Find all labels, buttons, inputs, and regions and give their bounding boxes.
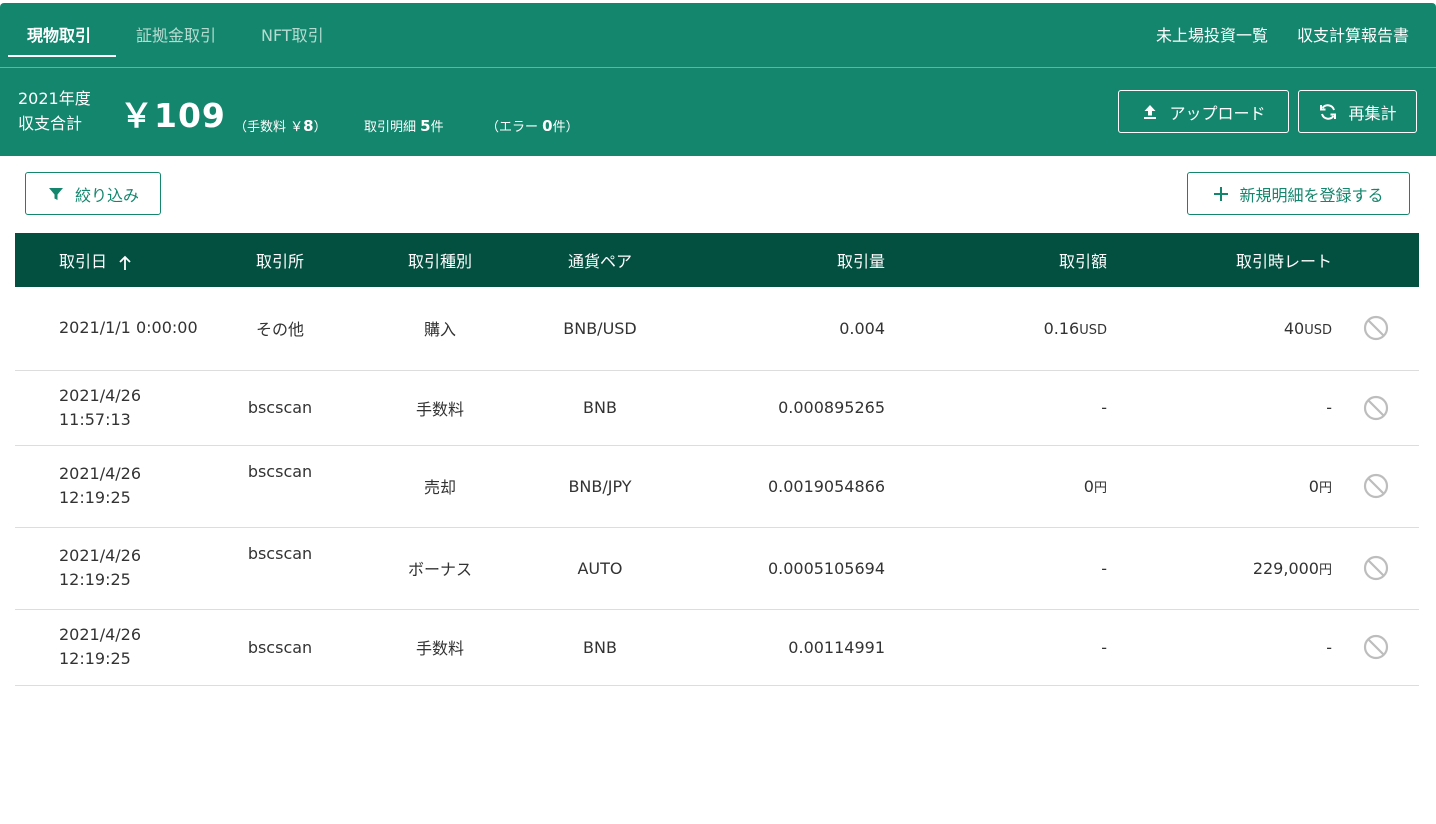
cell-amount: -	[885, 527, 1107, 610]
cell-type: 手数料	[355, 609, 525, 686]
cell-type: 手数料	[355, 370, 525, 446]
cell-action	[1332, 527, 1419, 610]
add-transaction-button[interactable]: 新規明細を登録する	[1187, 172, 1410, 215]
cell-date: 2021/4/26 12:19:25	[15, 609, 205, 686]
cell-rate: -	[1107, 609, 1332, 686]
active-tab-indicator	[8, 55, 116, 57]
cell-amount: 0円	[885, 445, 1107, 528]
table-header-row: 取引日 取引所 取引種別 通貨ペア 取引量 取引額 取引時レート	[15, 233, 1419, 287]
recalculate-label: 再集計	[1348, 103, 1397, 123]
col-date-header[interactable]: 取引日	[15, 233, 205, 287]
disable-icon[interactable]	[1363, 634, 1389, 660]
summary-year-block: 2021年度 収支合計	[18, 86, 91, 136]
disable-icon[interactable]	[1363, 555, 1389, 581]
cell-action	[1332, 287, 1419, 371]
error-count-summary: （エラー 0件）	[486, 117, 579, 135]
disable-icon[interactable]	[1363, 315, 1389, 341]
table-row[interactable]: 2021/4/26 12:19:25 bscscan 手数料 BNB 0.0011…	[15, 609, 1419, 686]
upload-button[interactable]: アップロード	[1118, 90, 1289, 133]
total-amount: ￥109	[120, 96, 226, 135]
col-exchange-header: 取引所	[255, 252, 304, 271]
cell-rate: 0円	[1107, 445, 1332, 528]
cell-quantity: 0.00114991	[675, 609, 885, 686]
cell-exchange: bscscan	[205, 527, 355, 610]
cell-pair: AUTO	[525, 527, 675, 610]
cell-pair: BNB/JPY	[525, 445, 675, 528]
filter-button[interactable]: 絞り込み	[25, 172, 161, 215]
cell-quantity: 0.0005105694	[675, 527, 885, 610]
top-nav-bar: 現物取引 証拠金取引 NFT取引 未上場投資一覧 収支計算報告書	[0, 3, 1436, 67]
cell-exchange: bscscan	[205, 370, 355, 446]
unlisted-investments-link[interactable]: 未上場投資一覧	[1156, 22, 1268, 46]
income-report-link[interactable]: 収支計算報告書	[1297, 22, 1409, 46]
table-row[interactable]: 2021/4/26 11:57:13 bscscan 手数料 BNB 0.0008…	[15, 370, 1419, 446]
cell-action	[1332, 370, 1419, 446]
cell-quantity: 0.0019054866	[675, 445, 885, 528]
col-amount-header: 取引額	[1058, 252, 1107, 271]
cell-exchange: bscscan	[205, 609, 355, 686]
details-count-summary: 取引明細 5件	[364, 117, 444, 135]
col-quantity-header: 取引量	[836, 252, 885, 271]
filter-label: 絞り込み	[74, 185, 139, 205]
add-transaction-label: 新規明細を登録する	[1239, 185, 1384, 205]
cell-action	[1332, 609, 1419, 686]
cell-date: 2021/4/26 12:19:25	[15, 527, 205, 610]
disable-icon[interactable]	[1363, 395, 1389, 421]
col-rate-header: 取引時レート	[1235, 252, 1332, 271]
table-row[interactable]: 2021/1/1 0:00:00 その他 購入 BNB/USD 0.004 0.…	[15, 287, 1419, 371]
cell-pair: BNB/USD	[525, 287, 675, 371]
cell-quantity: 0.004	[675, 287, 885, 371]
col-pair-header: 通貨ペア	[567, 252, 632, 271]
cell-type: 購入	[355, 287, 525, 371]
cell-amount: 0.16USD	[885, 287, 1107, 371]
cell-exchange: bscscan	[205, 445, 355, 528]
cell-pair: BNB	[525, 370, 675, 446]
refresh-icon	[1320, 103, 1337, 120]
cell-pair: BNB	[525, 609, 675, 686]
table-row[interactable]: 2021/4/26 12:19:25 bscscan ボーナス AUTO 0.00…	[15, 527, 1419, 610]
disable-icon[interactable]	[1363, 473, 1389, 499]
upload-icon	[1144, 104, 1157, 119]
cell-exchange: その他	[205, 287, 355, 371]
tab-nft-trading[interactable]: NFT取引	[261, 22, 324, 46]
cell-quantity: 0.000895265	[675, 370, 885, 446]
cell-rate: 229,000円	[1107, 527, 1332, 610]
summary-bar: 2021年度 収支合計 ￥109 （手数料 ￥8） 取引明細 5件 （エラー 0…	[0, 67, 1436, 156]
upload-label: アップロード	[1169, 103, 1266, 123]
col-actions-header	[1332, 233, 1419, 287]
total-label: 収支合計	[18, 114, 83, 133]
cell-rate: -	[1107, 370, 1332, 446]
cell-date: 2021/4/26 12:19:25	[15, 445, 205, 528]
cell-rate: 40USD	[1107, 287, 1332, 371]
table-row[interactable]: 2021/4/26 12:19:25 bscscan 売却 BNB/JPY 0.0…	[15, 445, 1419, 528]
col-type-header: 取引種別	[407, 252, 472, 271]
cell-date: 2021/4/26 11:57:13	[15, 370, 205, 446]
cell-amount: -	[885, 609, 1107, 686]
cell-action	[1332, 445, 1419, 528]
cell-date: 2021/1/1 0:00:00	[15, 287, 205, 371]
tab-margin-trading[interactable]: 証拠金取引	[136, 22, 216, 46]
cell-amount: -	[885, 370, 1107, 446]
sort-ascending-icon[interactable]	[118, 255, 132, 271]
transactions-table: 取引日 取引所 取引種別 通貨ペア 取引量 取引額 取引時レート 2021/1/…	[15, 233, 1419, 686]
cell-type: 売却	[355, 445, 525, 528]
recalculate-button[interactable]: 再集計	[1298, 90, 1417, 133]
cell-type: ボーナス	[355, 527, 525, 610]
filter-icon	[48, 187, 63, 200]
fee-summary: （手数料 ￥8）	[234, 117, 327, 135]
plus-icon	[1214, 186, 1229, 201]
tab-spot-trading[interactable]: 現物取引	[27, 22, 91, 46]
fiscal-year: 2021年度	[18, 89, 91, 108]
